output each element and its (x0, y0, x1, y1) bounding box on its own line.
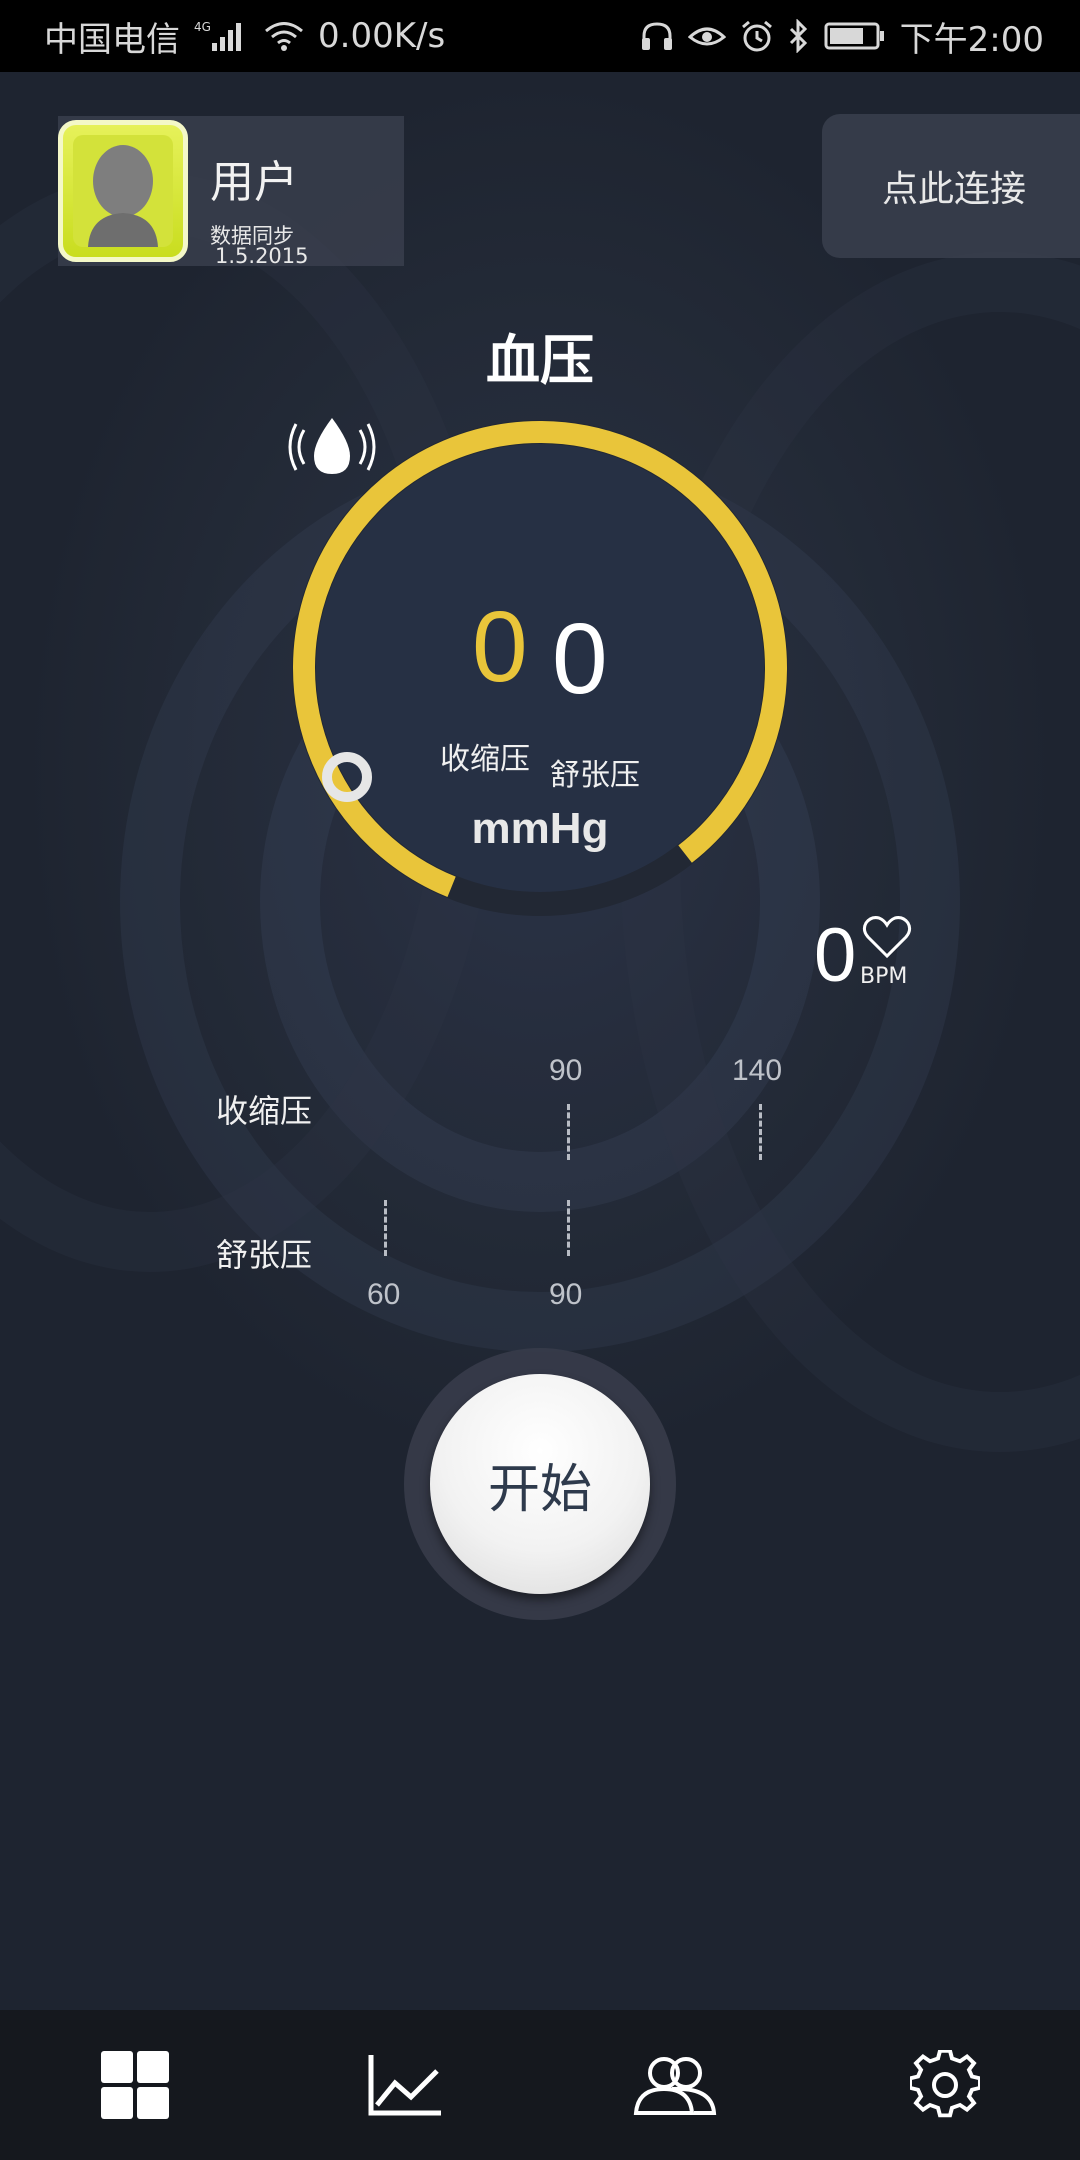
battery-icon (824, 21, 886, 51)
systolic-value: 0 (472, 591, 528, 703)
heart-rate-unit: BPM (860, 964, 908, 989)
sync-date: 1.5.2015 (215, 244, 309, 268)
connect-button[interactable]: 点此连接 (822, 114, 1080, 258)
heart-rate-value: 0 (814, 913, 857, 998)
diastolic-tick-label: 90 (549, 1278, 583, 1311)
systolic-tick (567, 1104, 570, 1160)
blood-drop-icon (288, 418, 376, 474)
signal-icon: 4G (194, 19, 250, 53)
avatar[interactable] (58, 120, 188, 262)
start-button[interactable]: 开始 (430, 1374, 650, 1594)
bottom-nav (0, 2010, 1080, 2160)
nav-family[interactable] (625, 2035, 725, 2135)
systolic-tick (759, 1104, 762, 1160)
nav-settings[interactable] (895, 2035, 995, 2135)
gear-icon (910, 2050, 980, 2118)
page-title: 血压 (486, 329, 594, 392)
carrier-name: 中国电信 (44, 19, 180, 60)
nav-home[interactable] (85, 2035, 185, 2135)
user-card[interactable]: 用户 数据同步 1.5.2015 (58, 116, 404, 268)
chart-icon (368, 2055, 441, 2116)
bluetooth-icon (788, 19, 810, 53)
users-icon (633, 2057, 717, 2115)
svg-text:4G: 4G (194, 20, 211, 34)
systolic-tick-label: 90 (549, 1054, 583, 1087)
nav-history[interactable] (355, 2035, 455, 2135)
diastolic-label: 舒张压 (550, 758, 640, 793)
headphones-icon (640, 20, 674, 52)
systolic-tick-label: 140 (732, 1054, 783, 1087)
systolic-label: 收缩压 (440, 742, 530, 777)
diastolic-tick (384, 1200, 387, 1256)
alarm-icon (740, 19, 774, 53)
blood-pressure-gauge: 0 0 收缩压 舒张压 mmHg (284, 412, 796, 924)
wifi-icon (264, 20, 304, 52)
user-silhouette-icon (88, 145, 158, 247)
clock: 下午2:00 (899, 19, 1044, 60)
scale-systolic-label: 收缩压 (216, 1092, 313, 1130)
diastolic-tick-label: 60 (367, 1278, 401, 1311)
diastolic-tick (567, 1200, 570, 1256)
network-speed: 0.00K/s (318, 16, 446, 56)
status-bar: 中国电信 4G 0.00K/s 下午2:00 (0, 0, 1080, 72)
grid-icon (101, 2051, 169, 2119)
eye-icon (687, 21, 726, 51)
diastolic-value: 0 (552, 603, 608, 715)
pressure-unit: mmHg (471, 804, 609, 853)
scale-diastolic-label: 舒张压 (216, 1236, 313, 1274)
heart-icon (862, 916, 912, 959)
user-name: 用户 (210, 157, 298, 208)
